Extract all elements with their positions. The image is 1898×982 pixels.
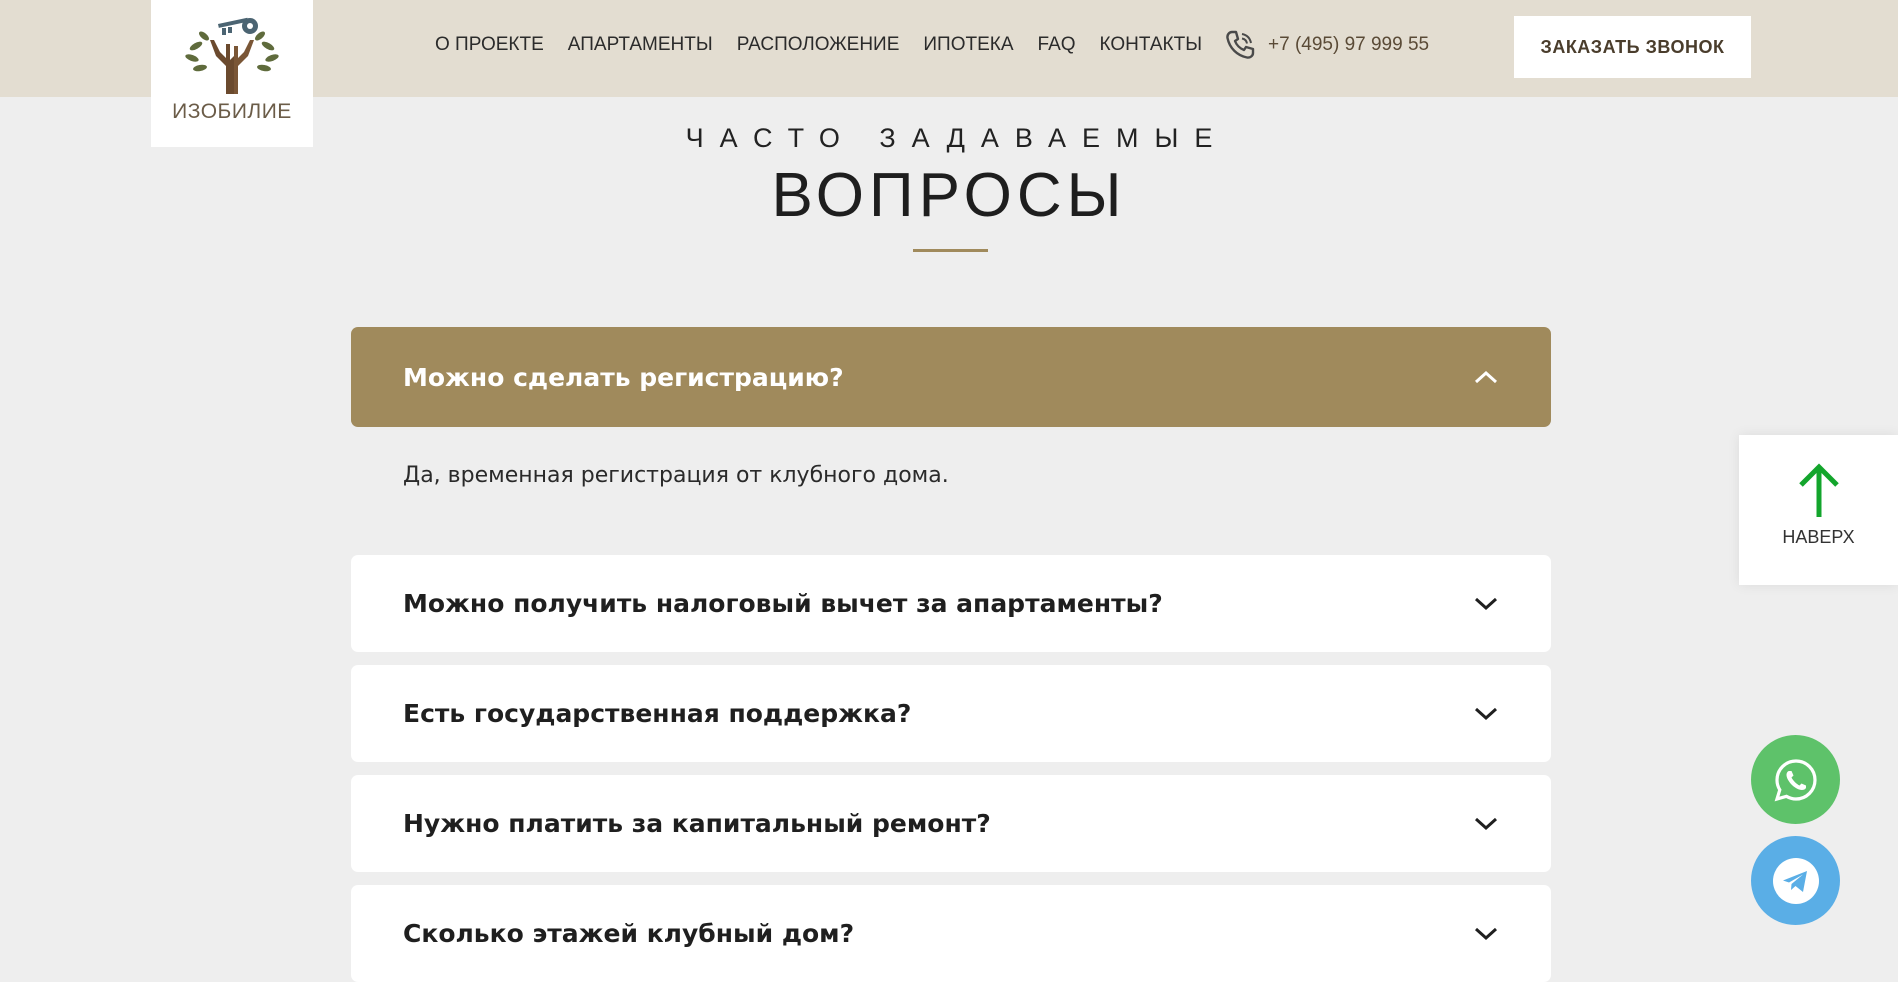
nav-item-faq[interactable]: FAQ xyxy=(1038,34,1076,56)
faq-item-5[interactable]: Сколько этажей клубный дом? xyxy=(351,885,1551,982)
phone-link[interactable]: +7 (495) 97 999 55 xyxy=(1224,29,1429,61)
chevron-down-icon[interactable] xyxy=(1473,596,1499,612)
arrow-up-icon xyxy=(1798,463,1839,517)
faq-item-1[interactable]: Можно сделать регистрацию? xyxy=(351,327,1551,427)
faq-question: Сколько этажей клубный дом? xyxy=(403,919,855,948)
phone-number: +7 (495) 97 999 55 xyxy=(1268,34,1430,55)
tree-logo-icon xyxy=(185,17,279,94)
section-title: ВОПРОСЫ xyxy=(771,161,1127,230)
logo[interactable]: ИЗОБИЛИЕ xyxy=(151,0,313,147)
scroll-top-label: НАВЕРХ xyxy=(1782,527,1855,547)
chevron-up-icon[interactable] xyxy=(1473,369,1499,385)
nav-item-about[interactable]: О ПРОЕКТЕ xyxy=(435,34,544,56)
order-call-button[interactable]: ЗАКАЗАТЬ ЗВОНОК xyxy=(1514,16,1751,78)
nav-item-contacts[interactable]: КОНТАКТЫ xyxy=(1100,34,1203,56)
chevron-down-icon[interactable] xyxy=(1473,926,1499,942)
title-divider xyxy=(913,249,988,252)
faq-answer: Да, временная регистрация от клубного до… xyxy=(403,463,949,488)
faq-question: Можно сделать регистрацию? xyxy=(403,362,844,392)
faq-question: Можно получить налоговый вычет за апарта… xyxy=(403,589,1163,618)
nav-item-apartments[interactable]: АПАРТАМЕНТЫ xyxy=(568,34,713,56)
whatsapp-button[interactable] xyxy=(1751,735,1840,824)
scroll-top-button[interactable]: НАВЕРХ xyxy=(1739,435,1898,585)
faq-question: Есть государственная поддержка? xyxy=(403,699,912,728)
faq-item-3[interactable]: Есть государственная поддержка? xyxy=(351,665,1551,762)
telegram-icon xyxy=(1772,857,1819,904)
whatsapp-icon xyxy=(1774,758,1817,801)
faq-item-2[interactable]: Можно получить налоговый вычет за апарта… xyxy=(351,555,1551,652)
nav-item-location[interactable]: РАСПОЛОЖЕНИЕ xyxy=(737,34,900,56)
logo-text: ИЗОБИЛИЕ xyxy=(172,100,292,123)
phone-icon xyxy=(1226,30,1255,59)
telegram-button[interactable] xyxy=(1751,836,1840,925)
chevron-down-icon[interactable] xyxy=(1473,706,1499,722)
faq-question: Нужно платить за капитальный ремонт? xyxy=(403,809,991,838)
main-nav: О ПРОЕКТЕ АПАРТАМЕНТЫ РАСПОЛОЖЕНИЕ ИПОТЕ… xyxy=(435,34,1226,56)
nav-item-mortgage[interactable]: ИПОТЕКА xyxy=(923,34,1013,56)
chevron-down-icon[interactable] xyxy=(1473,816,1499,832)
faq-item-4[interactable]: Нужно платить за капитальный ремонт? xyxy=(351,775,1551,872)
